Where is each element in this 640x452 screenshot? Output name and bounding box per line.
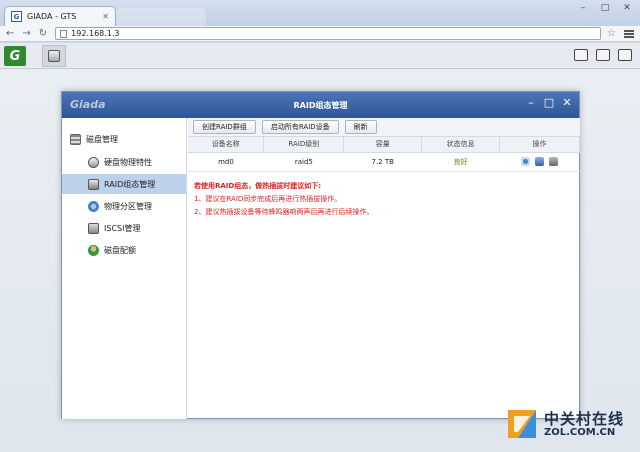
calendar-icon[interactable]: [618, 49, 632, 61]
new-tab-button[interactable]: [116, 8, 206, 26]
partition-icon: [88, 200, 99, 212]
minimize-icon[interactable]: –: [576, 2, 590, 14]
sidebar-item-raid[interactable]: RAID组态管理: [62, 174, 186, 194]
note-item: 2、建议热插拔设备等待蜂鸣器响两声后再进行后续操作。: [194, 207, 374, 216]
close-icon[interactable]: ✕: [620, 2, 634, 14]
window-controls: – □ ✕: [525, 96, 573, 109]
window-title: RAID组态管理: [293, 101, 348, 110]
create-raid-button[interactable]: 创建RAID群组: [193, 120, 256, 134]
sidebar-group-label: 磁盘管理: [86, 134, 118, 144]
edit-raid-icon[interactable]: [535, 157, 545, 166]
sidebar: 磁盘管理 硬盘物理特性 RAID组态管理 物理分区管理 ISCSI管理 磁盘配额: [62, 118, 187, 419]
browser-tab[interactable]: G GIADA - GTS ✕: [4, 6, 116, 26]
note-item: 1、建议在RAID同步完成后再进行热插拔操作。: [194, 194, 342, 203]
cell-actions: [499, 152, 580, 172]
raid-icon: [88, 178, 99, 190]
window-minimize-icon[interactable]: –: [525, 96, 537, 109]
zol-logo-icon: [508, 410, 536, 438]
column-header[interactable]: 操作: [499, 137, 580, 153]
sidebar-item-partition[interactable]: 物理分区管理: [62, 196, 186, 216]
disk-manage-icon: [70, 133, 81, 145]
address-text: 192.168.1.3: [71, 29, 120, 38]
browser-toolbar: ← → ↻ 192.168.1.3 ☆: [0, 26, 640, 42]
window-maximize-icon[interactable]: □: [543, 96, 555, 109]
message-icon[interactable]: [574, 49, 588, 61]
sidebar-item-label: 磁盘配额: [104, 245, 136, 255]
table-header-row: 设备名称 RAID级别 容量 状态信息 操作: [188, 137, 580, 153]
raid-table: 设备名称 RAID级别 容量 状态信息 操作 md0 raid5 7.2 TB …: [188, 137, 580, 172]
hdd-icon: [88, 156, 99, 168]
action-toolbar: 创建RAID群组 启动所有RAID设备 刷新: [188, 118, 580, 137]
view-detail-icon[interactable]: [521, 157, 531, 166]
window-controls: – □ ✕: [576, 2, 634, 14]
raid-window: Giada RAID组态管理 – □ ✕ 磁盘管理 硬盘物理特性 RAID组态管…: [61, 91, 580, 419]
refresh-button[interactable]: 刷新: [344, 120, 377, 134]
sidebar-item-hdd[interactable]: 硬盘物理特性: [62, 152, 186, 172]
app-header-icons: [574, 49, 632, 61]
cell-raid-level: raid5: [263, 152, 344, 172]
zol-watermark: 中关村在线 ZOL.COM.CN: [504, 404, 626, 444]
app-logo[interactable]: G: [4, 46, 26, 66]
column-header[interactable]: 容量: [343, 137, 423, 153]
disk-manager-shortcut[interactable]: [42, 45, 66, 67]
reload-icon[interactable]: ↻: [39, 28, 47, 39]
sidebar-item-label: 物理分区管理: [104, 201, 152, 211]
iscsi-icon: [88, 222, 99, 234]
tab-title: GIADA - GTS: [27, 12, 77, 21]
page-icon: [60, 29, 68, 38]
delete-icon[interactable]: [549, 157, 559, 166]
bookmark-star-icon[interactable]: ☆: [607, 28, 616, 39]
monitor-icon[interactable]: [596, 49, 610, 61]
app-header: G: [0, 43, 640, 69]
sidebar-group-disk[interactable]: 磁盘管理: [62, 130, 186, 148]
watermark-cn: 中关村在线: [544, 410, 625, 428]
cell-capacity: 7.2 TB: [343, 152, 422, 172]
hotplug-notes: 若使用RAID组态，做热插拔时建议如下: 1、建议在RAID同步完成后再进行热插…: [188, 172, 580, 227]
window-close-icon[interactable]: ✕: [561, 96, 573, 109]
watermark-en: ZOL.COM.CN: [544, 427, 616, 438]
sidebar-item-label: RAID组态管理: [104, 179, 156, 189]
sidebar-item-label: ISCSI管理: [104, 223, 141, 233]
column-header[interactable]: 设备名称: [188, 137, 265, 153]
start-all-raid-button[interactable]: 启动所有RAID设备: [261, 120, 339, 134]
cell-status: 良好: [421, 152, 500, 172]
browser-titlebar: G GIADA - GTS ✕ – □ ✕: [0, 0, 640, 26]
cell-device-name: md0: [188, 152, 264, 172]
main-content: 创建RAID群组 启动所有RAID设备 刷新 设备名称 RAID级别 容量 状态…: [188, 118, 580, 419]
browser-menu-icon[interactable]: [624, 29, 634, 38]
column-header[interactable]: RAID级别: [263, 137, 345, 153]
notes-heading: 若使用RAID组态，做热插拔时建议如下:: [194, 181, 322, 190]
favicon-icon: G: [11, 11, 22, 22]
sidebar-item-quota[interactable]: 磁盘配额: [62, 240, 186, 260]
hdd-shortcut-icon: [48, 50, 60, 62]
quota-icon: [88, 244, 99, 256]
tab-close-icon[interactable]: ✕: [102, 12, 109, 21]
table-row[interactable]: md0 raid5 7.2 TB 良好: [188, 152, 580, 172]
sidebar-item-label: 硬盘物理特性: [104, 157, 152, 167]
forward-icon[interactable]: →: [22, 28, 30, 39]
address-bar[interactable]: 192.168.1.3: [55, 27, 602, 40]
back-icon[interactable]: ←: [6, 28, 14, 39]
sidebar-item-iscsi[interactable]: ISCSI管理: [62, 218, 186, 238]
column-header[interactable]: 状态信息: [421, 137, 501, 153]
window-titlebar[interactable]: Giada RAID组态管理 – □ ✕: [62, 92, 579, 118]
maximize-icon[interactable]: □: [598, 2, 612, 14]
